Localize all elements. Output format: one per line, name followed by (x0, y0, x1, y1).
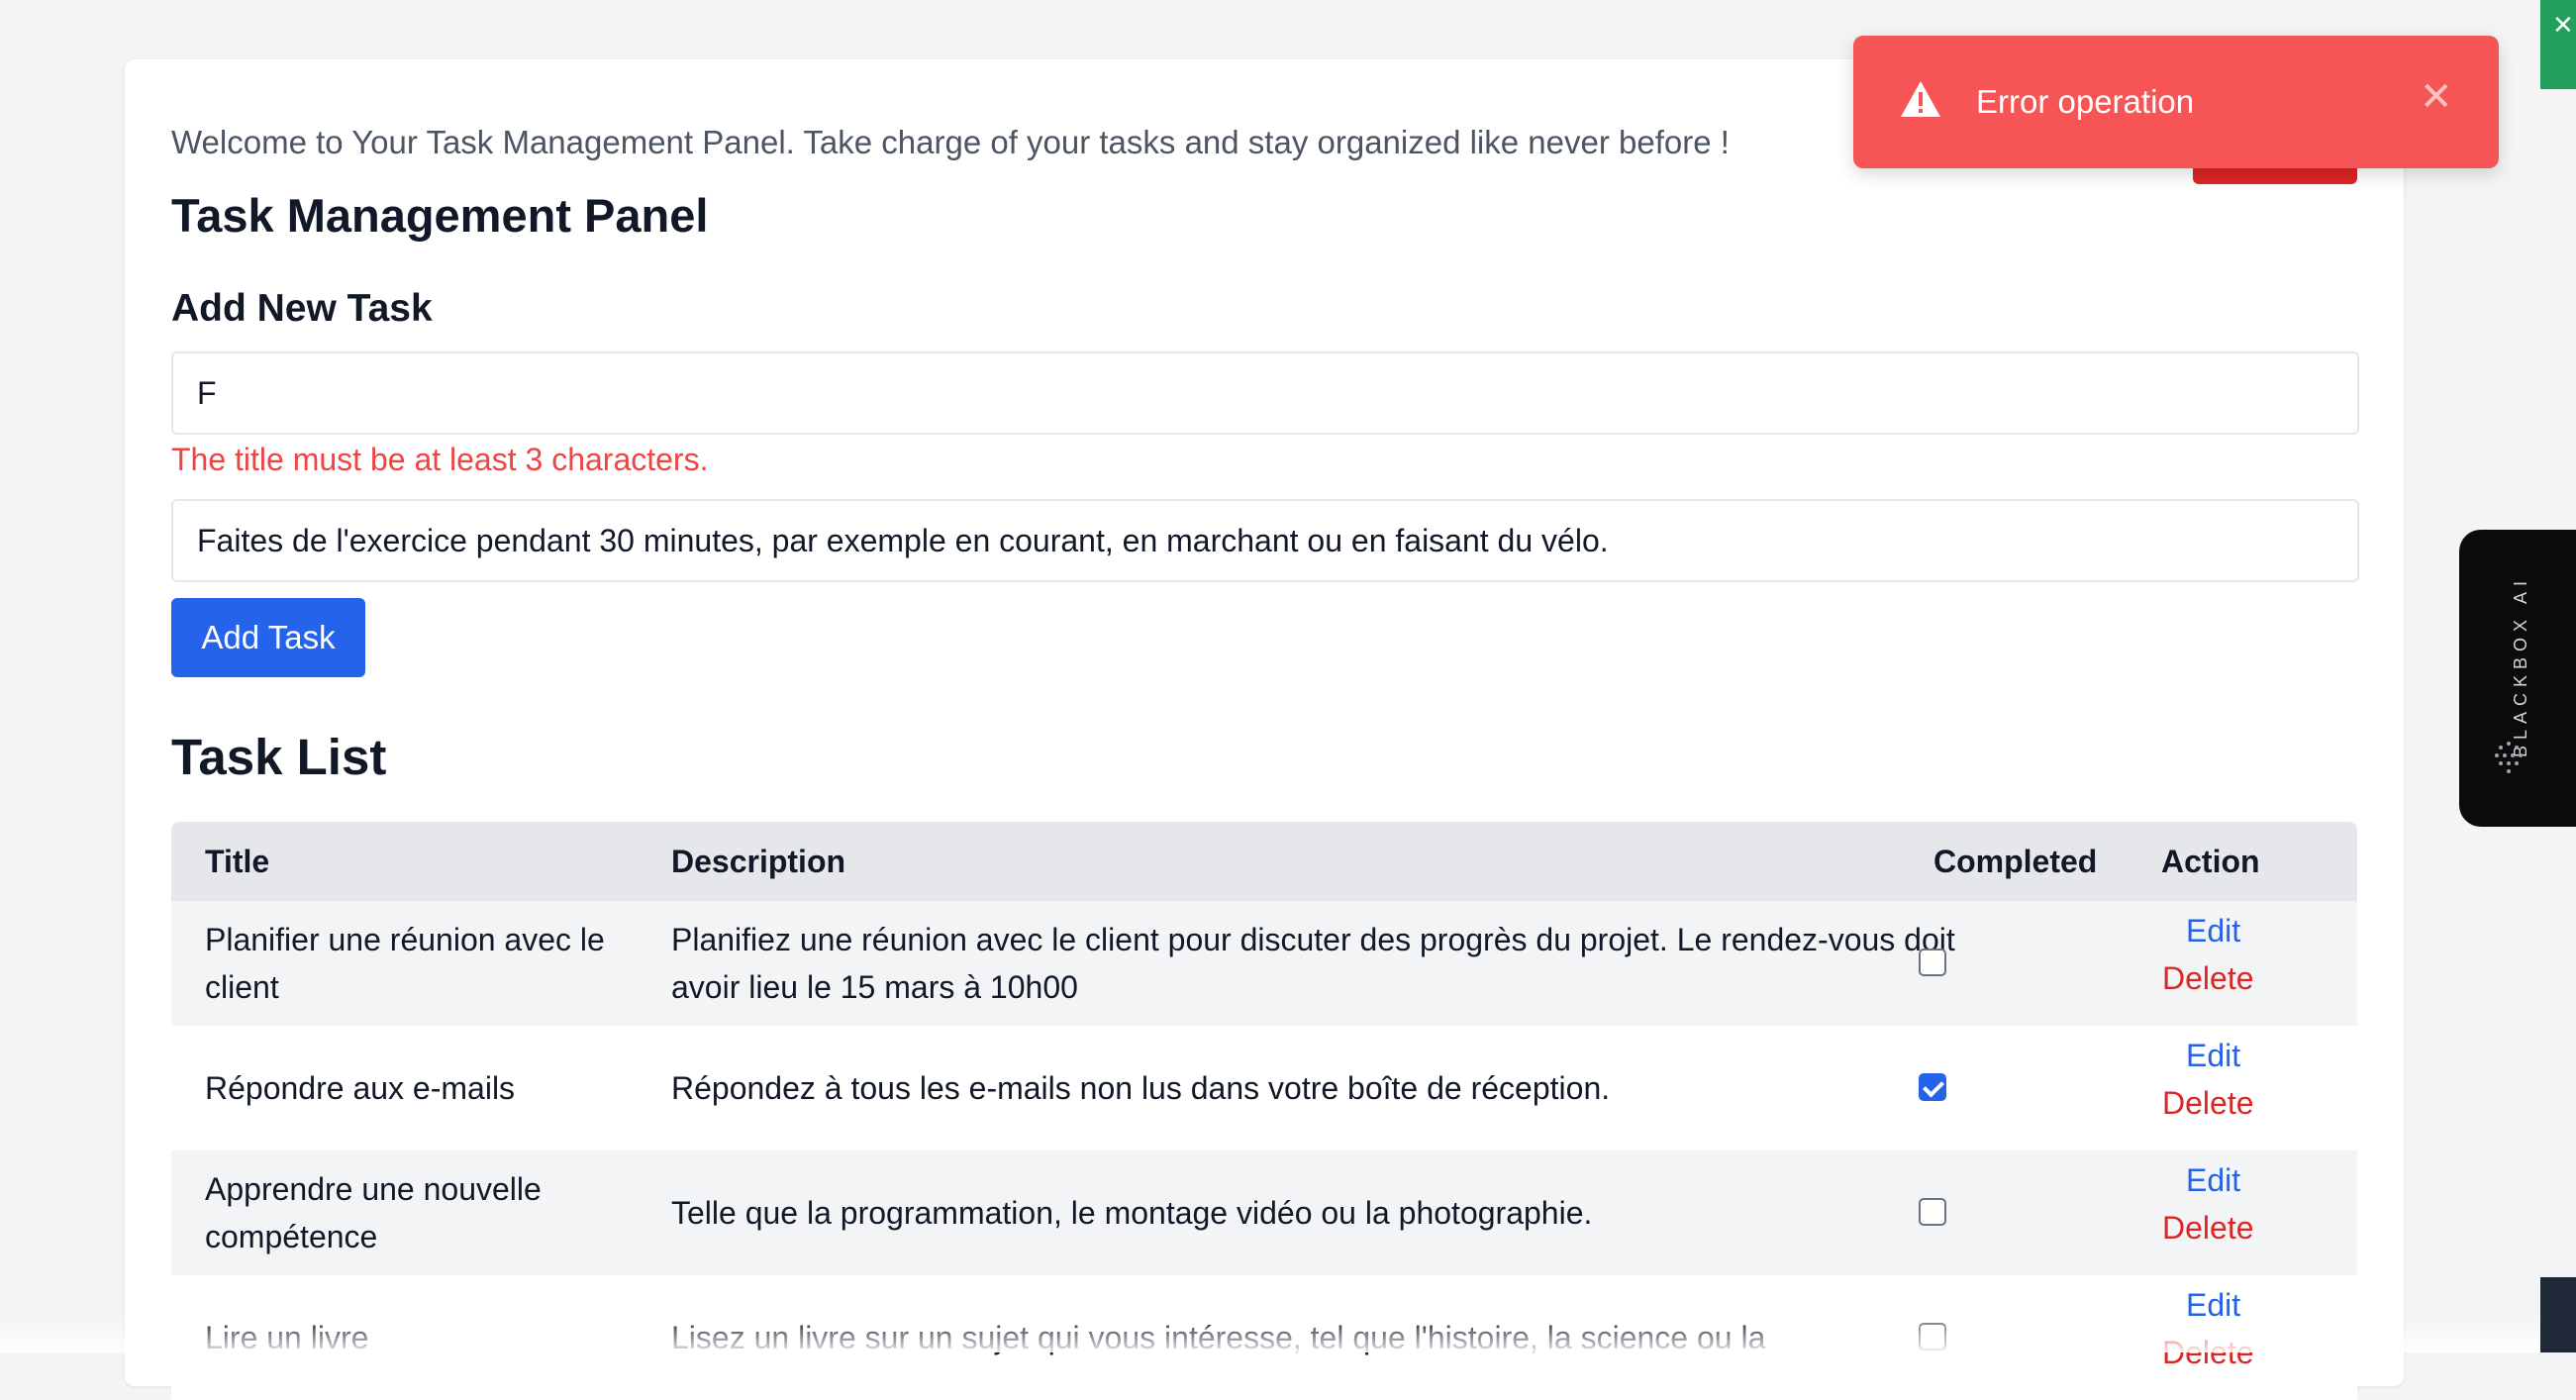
column-header-description: Description (671, 844, 846, 879)
extension-close-tab[interactable]: ✕ (2540, 0, 2576, 89)
delete-link[interactable]: Delete (2162, 1210, 2254, 1247)
task-title: Planifier une réunion avec le client (205, 922, 605, 1005)
table-row: Apprendre une nouvelle compétence Telle … (171, 1150, 2357, 1275)
table-row: Planifier une réunion avec le client Pla… (171, 901, 2357, 1026)
column-header-completed: Completed (1933, 844, 2098, 879)
blackbox-ai-widget[interactable]: BLACKBOX AI (2459, 530, 2576, 827)
task-description: Répondez à tous les e-mails non lus dans… (671, 1070, 1611, 1106)
task-description-input[interactable] (171, 499, 2359, 582)
task-list-heading: Task List (171, 729, 387, 785)
task-title: Apprendre une nouvelle compétence (205, 1171, 542, 1254)
table-header: Title Description Completed Action (171, 822, 2357, 901)
delete-link[interactable]: Delete (2162, 960, 2254, 997)
bottom-fade (0, 1317, 2576, 1352)
delete-link[interactable]: Delete (2162, 1085, 2254, 1122)
add-task-heading: Add New Task (171, 287, 433, 330)
completed-checkbox[interactable] (1919, 1198, 1946, 1226)
close-icon[interactable]: ✕ (2552, 10, 2574, 41)
task-table: Title Description Completed Action Plani… (171, 822, 2357, 1400)
widget-label: BLACKBOX AI (2511, 574, 2530, 757)
task-title: Répondre aux e-mails (205, 1070, 516, 1106)
edit-link[interactable]: Edit (2186, 1038, 2240, 1074)
close-icon[interactable]: ✕ (2420, 77, 2453, 117)
edit-link[interactable]: Edit (2186, 913, 2240, 950)
toast-message: Error operation (1976, 83, 2195, 120)
task-description: Telle que la programmation, le montage v… (671, 1195, 1593, 1231)
table-row: Répondre aux e-mails Répondez à tous les… (171, 1026, 2357, 1150)
add-task-button[interactable]: Add Task (171, 598, 365, 677)
warning-icon (1901, 81, 1940, 117)
error-toast: Error operation ✕ (1853, 36, 2499, 168)
edge-widget (2540, 1277, 2576, 1352)
column-header-action: Action (2161, 844, 2260, 879)
title-error-message: The title must be at least 3 characters. (171, 442, 709, 477)
edit-link[interactable]: Edit (2186, 1162, 2240, 1199)
column-header-title: Title (205, 844, 270, 879)
completed-checkbox[interactable] (1919, 949, 1946, 976)
task-description: Planifiez une réunion avec le client pou… (671, 922, 1955, 1005)
completed-checkbox[interactable] (1919, 1073, 1946, 1101)
dots-logo-icon (2495, 742, 2523, 773)
page-title: Task Management Panel (171, 189, 709, 242)
task-title-input[interactable] (171, 351, 2359, 435)
welcome-text: Welcome to Your Task Management Panel. T… (171, 124, 1730, 160)
